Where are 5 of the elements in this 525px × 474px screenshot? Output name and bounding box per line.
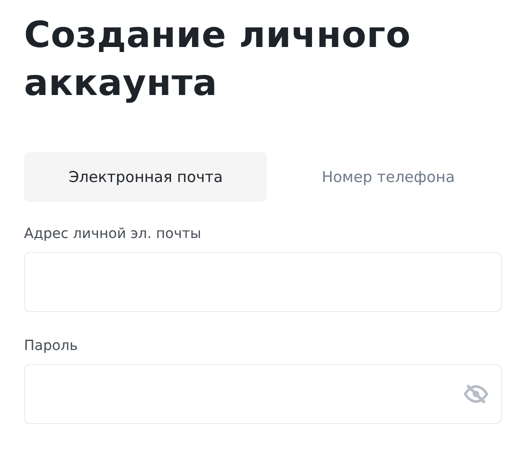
page-title: Создание личного аккаунта bbox=[24, 14, 412, 106]
input-field[interactable] bbox=[24, 364, 502, 424]
tab[interactable]: Электронная почта bbox=[24, 152, 268, 202]
field-label: Пароль bbox=[24, 337, 79, 356]
field-label: Адрес личной эл. почты bbox=[24, 225, 202, 244]
